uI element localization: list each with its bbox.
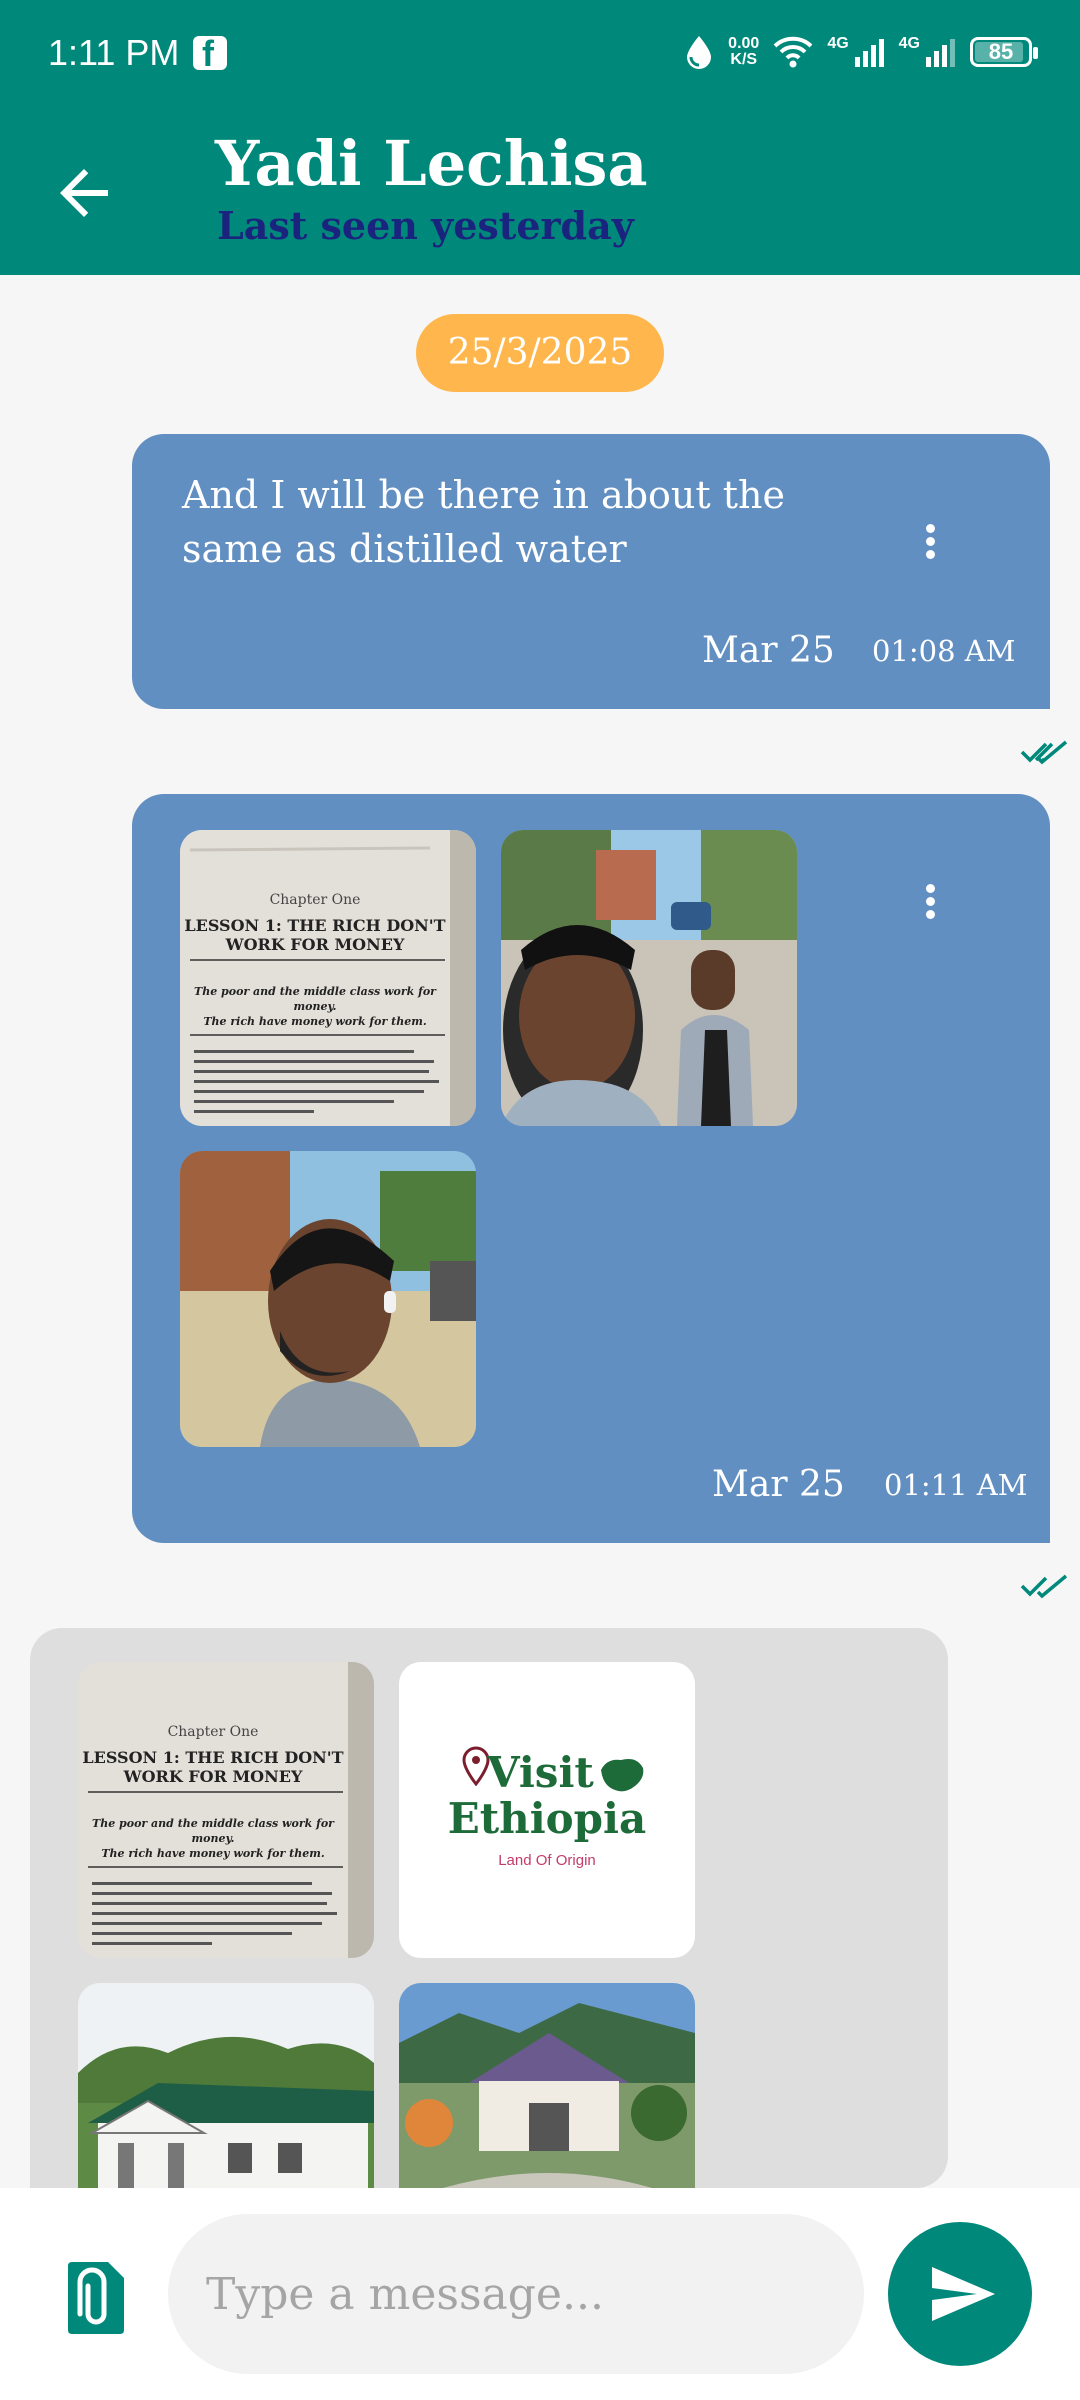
resort-building-image[interactable] — [399, 1983, 695, 2188]
book-lesson-title: LESSON 1: THE RICH DON'T WORK FOR MONEY — [82, 1748, 344, 1786]
message-composer — [0, 2188, 1080, 2400]
data-saver-icon — [687, 36, 712, 69]
outgoing-image-message[interactable]: Chapter One LESSON 1: THE RICH DON'T WORK… — [132, 794, 1050, 1543]
selfie-with-friend-image[interactable] — [501, 830, 797, 1126]
battery-percent: 85 — [988, 39, 1014, 64]
visit-ethiopia-logo-image[interactable]: Visit Ethiopia Land Of Origin — [399, 1662, 695, 1958]
read-receipt-icon — [1020, 1574, 1068, 1599]
network-type-label: 4G — [827, 35, 849, 52]
net-speed: 0.00 K/S — [728, 35, 760, 68]
send-icon — [932, 2267, 995, 2321]
facebook-icon: f — [193, 33, 227, 74]
back-arrow-icon[interactable] — [48, 157, 120, 229]
status-time: 1:11 PM — [48, 32, 180, 73]
book-quote: The poor and the middle class work for m… — [92, 1817, 334, 1860]
status-bar: 1:11 PM f 0.00 K/S 4G 4G 85 — [0, 0, 1080, 105]
book-chapter-text: Chapter One — [269, 892, 361, 908]
wifi-icon — [773, 36, 813, 68]
logo-text-visit: Visit — [487, 1748, 594, 1797]
chat-header: Yadi Lechisa Last seen yesterday — [0, 105, 1080, 275]
attach-file-icon[interactable] — [60, 2258, 132, 2338]
selfie-photo-graphic — [501, 830, 797, 1126]
message-time: 01:08 AM — [872, 634, 1016, 668]
status-icons: 0.00 K/S 4G 4G 85 — [684, 30, 1038, 74]
network-type-label-2: 4G — [898, 35, 920, 52]
book-quote: The poor and the middle class work for m… — [194, 985, 436, 1028]
book-page-graphic — [78, 1662, 374, 1958]
contact-name[interactable]: Yadi Lechisa — [215, 127, 648, 200]
resort-photo-graphic — [399, 1983, 695, 2188]
ethiopia-map-icon — [601, 1759, 644, 1792]
logo-text-ethiopia: Ethiopia — [447, 1794, 647, 1843]
book-lesson-title: LESSON 1: THE RICH DON'T WORK FOR MONEY — [184, 916, 446, 954]
signal-icon-2 — [926, 39, 955, 67]
signal-icon — [854, 39, 884, 67]
profile-photo-graphic — [180, 1151, 476, 1447]
message-time: 01:11 AM — [884, 1468, 1028, 1502]
message-options-icon[interactable] — [910, 520, 950, 576]
battery-icon: 85 — [970, 37, 1038, 67]
lodge-building-image[interactable] — [78, 1983, 374, 2188]
lodge-photo-graphic — [78, 1983, 374, 2188]
book-page-graphic — [180, 830, 476, 1126]
date-separator: 25/3/2025 — [416, 314, 664, 392]
message-input[interactable] — [168, 2214, 864, 2374]
read-receipt-icon — [1020, 740, 1068, 765]
message-date: Mar 25 — [712, 1464, 845, 1505]
incoming-image-message[interactable]: Chapter One LESSON 1: THE RICH DON'T WORK… — [30, 1628, 948, 2188]
message-options-icon[interactable] — [910, 880, 950, 936]
book-page-image[interactable]: Chapter One LESSON 1: THE RICH DON'T WORK… — [180, 830, 476, 1126]
message-text: And I will be there in about the same as… — [182, 473, 785, 571]
last-seen-status: Last seen yesterday — [217, 203, 634, 248]
book-chapter-text: Chapter One — [167, 1724, 259, 1740]
logo-tagline: Land Of Origin — [498, 1852, 596, 1869]
send-button[interactable] — [888, 2222, 1032, 2366]
message-date: Mar 25 — [702, 630, 835, 671]
outgoing-message[interactable]: And I will be there in about the same as… — [132, 434, 1050, 709]
book-page-image[interactable]: Chapter One LESSON 1: THE RICH DON'T WORK… — [78, 1662, 374, 1958]
profile-photo-image[interactable] — [180, 1151, 476, 1447]
